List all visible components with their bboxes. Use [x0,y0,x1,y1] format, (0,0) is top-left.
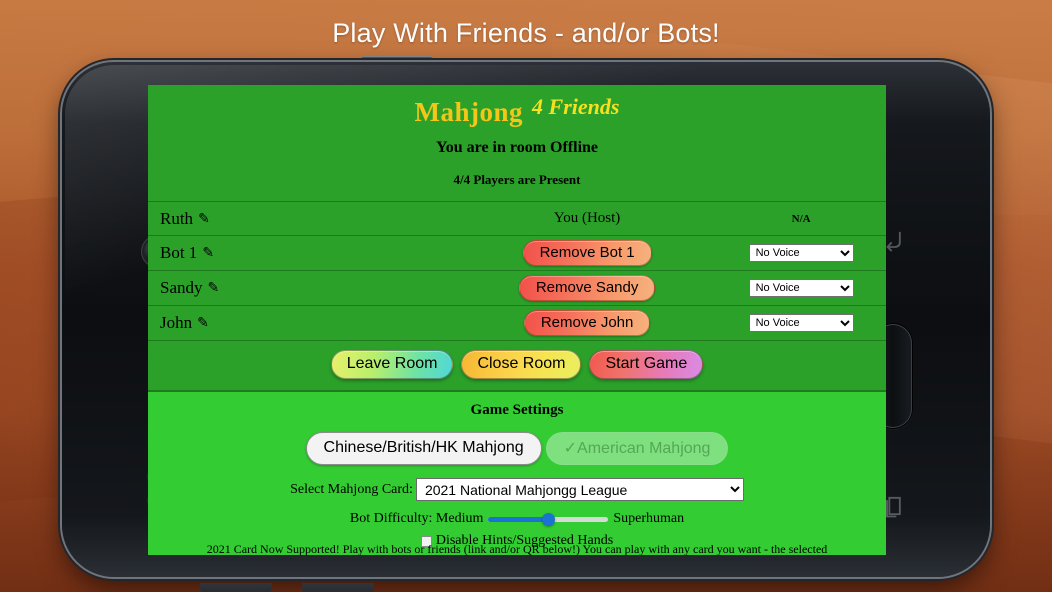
page-headline: Play With Friends - and/or Bots! [332,18,720,48]
remove-player-button[interactable]: Remove John [523,310,651,336]
voice-not-applicable: N/A [791,212,811,225]
samsung-phone-frame: SAMSUNG Mahjong4 Friends You are in room… [62,62,990,577]
edit-icon[interactable]: ✎ [198,211,210,228]
mahjong-card-label: Select Mahjong Card: [290,481,413,497]
player-name-cell: Sandy ✎ [148,278,458,298]
remove-player-button[interactable]: Remove Bot 1 [522,240,652,266]
player-table: Ruth ✎ You (Host) N/A Bot 1 ✎ Remove Bot 1 [148,201,886,341]
screenshot-stage: Play With Friends - and/or Bots! SAMSUNG [0,0,1052,592]
app-logo-sub: 4 Friends [532,94,620,119]
room-actions: Leave Room Close Room Start Game [148,341,886,392]
player-action-cell: Remove Bot 1 [458,240,716,266]
player-action-cell: Remove John [458,310,716,336]
bot-difficulty-row: Bot Difficulty: Medium Superhuman [148,511,886,527]
leave-room-button[interactable]: Leave Room [330,350,454,379]
player-count-line: 4/4 Players are Present [453,172,581,187]
table-row: Sandy ✎ Remove Sandy No Voice [148,271,886,306]
device-bottom-tab-left [200,583,272,592]
voice-select[interactable]: No Voice [748,279,854,297]
bot-difficulty-slider[interactable] [488,512,609,526]
voice-select[interactable]: No Voice [748,314,854,332]
mahjong-card-select[interactable]: 2021 National Mahjongg League [415,478,744,501]
table-row: Bot 1 ✎ Remove Bot 1 No Voice [148,236,886,271]
player-voice-cell: No Voice [716,314,886,332]
player-name-cell: John ✎ [148,313,458,333]
game-settings-title: Game Settings [470,402,564,418]
player-name: Bot 1 [160,243,198,262]
player-name-cell: Bot 1 ✎ [148,243,458,263]
mode-chinese-british-hk-button[interactable]: Chinese/British/HK Mahjong [305,432,542,465]
edit-icon[interactable]: ✎ [197,315,209,332]
phone-screen: Mahjong 4 Friends You are in room Offline… [148,85,886,555]
player-name: John [160,313,193,332]
table-row: Ruth ✎ You (Host) N/A [148,201,886,236]
mode-american-button[interactable]: ✓American Mahjong [545,432,729,465]
mahjong-mode-toggle: Chinese/British/HK Mahjong ✓American Mah… [148,432,886,465]
player-name: Ruth [160,208,194,228]
room-status-line: You are in room Offline [435,139,599,156]
edit-icon[interactable]: ✎ [202,245,214,262]
bot-difficulty-max-label: Superhuman [613,511,685,526]
slider-thumb[interactable] [541,513,555,526]
player-name-cell: Ruth ✎ [148,209,458,229]
app-logo-main: Mahjong [414,97,524,127]
start-game-button[interactable]: Start Game [589,350,704,379]
slider-fill [488,517,549,522]
player-action-cell: Remove Sandy [458,275,716,301]
player-voice-cell: N/A [716,213,886,225]
remove-player-button[interactable]: Remove Sandy [518,275,656,301]
mahjong-card-row: Select Mahjong Card: 2021 National Mahjo… [148,478,886,501]
app-logo: Mahjong 4 Friends [148,93,886,128]
table-row: John ✎ Remove John No Voice [148,306,886,341]
player-voice-cell: No Voice [716,279,886,297]
app-header: Mahjong 4 Friends You are in room Offline… [148,85,886,201]
edit-icon[interactable]: ✎ [208,280,220,297]
host-label: You (Host) [553,210,621,226]
player-voice-cell: No Voice [716,244,886,262]
player-action-cell: You (Host) [458,210,716,227]
voice-select[interactable]: No Voice [748,244,854,262]
player-name: Sandy [160,278,203,297]
game-settings-panel: Game Settings Chinese/British/HK Mahjong… [148,392,886,555]
footer-note: 2021 Card Now Supported! Play with bots … [206,543,828,555]
bot-difficulty-label: Bot Difficulty: Medium [349,511,484,526]
close-room-button[interactable]: Close Room [461,350,582,379]
device-bottom-tab-right [302,583,374,592]
